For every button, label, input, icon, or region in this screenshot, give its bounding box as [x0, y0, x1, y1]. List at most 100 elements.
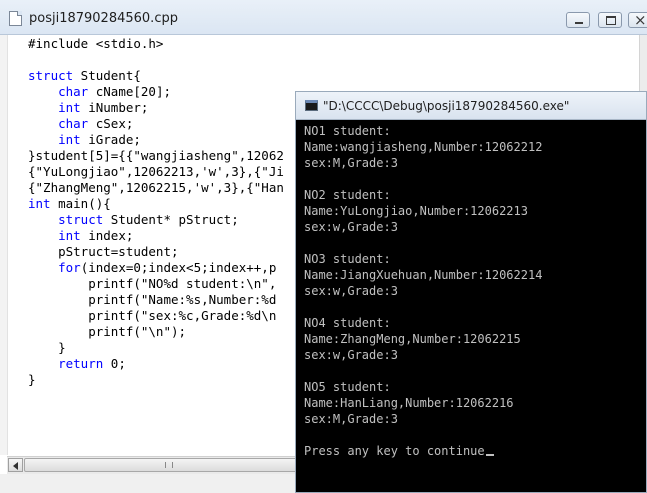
code-line: }	[28, 372, 36, 388]
close-button[interactable]	[628, 11, 647, 29]
editor-status-strip	[0, 474, 307, 493]
code-text: Student{	[73, 68, 141, 83]
code-line: int iNumber;	[28, 100, 148, 116]
code-line: char cName[20];	[28, 84, 171, 100]
console-window: "D:\CCCC\Debug\posji18790284560.exe" NO1…	[295, 91, 647, 493]
console-title: "D:\CCCC\Debug\posji18790284560.exe"	[323, 99, 570, 113]
console-line-text: Name:wangjiasheng,Number:12062212	[304, 140, 543, 154]
code-line: printf("NO%d student:\n",	[28, 276, 276, 292]
document-icon	[9, 11, 22, 26]
desktop: posji18790284560.cpp #include <stdio.h> s…	[0, 0, 647, 493]
console-line: Name:wangjiasheng,Number:12062212	[304, 139, 542, 155]
code-text: printf("sex:%c,Grade:%d\n	[28, 308, 277, 323]
console-line: sex:M,Grade:3	[304, 411, 398, 427]
code-keyword: int	[58, 100, 81, 115]
console-line: NO4 student:	[304, 315, 391, 331]
code-line: struct Student{	[28, 68, 141, 84]
code-text: iNumber;	[80, 100, 149, 115]
code-text: iGrade;	[80, 132, 141, 147]
console-line-text: sex:M,Grade:3	[304, 412, 398, 426]
code-text: }	[28, 340, 66, 355]
console-line: sex:M,Grade:3	[304, 155, 398, 171]
code-text: }student[5]={{"wangjiasheng",12062	[28, 148, 284, 163]
maximize-button[interactable]	[598, 12, 622, 28]
grip-icon	[165, 462, 173, 468]
console-line: NO3 student:	[304, 251, 391, 267]
code-text: {"ZhangMeng",12062215,'w',3},{"Han	[28, 180, 284, 195]
console-app-icon	[305, 100, 318, 111]
code-text: {"YuLongjiao",12062213,'w',3},{"Ji	[28, 164, 284, 179]
console-line-text: NO2 student:	[304, 188, 391, 202]
console-line-text: Name:YuLongjiao,Number:12062213	[304, 204, 528, 218]
code-keyword: int	[58, 228, 81, 243]
console-line: sex:w,Grade:3	[304, 219, 398, 235]
code-keyword: int	[28, 196, 51, 211]
code-keyword: return	[58, 356, 104, 371]
console-line: NO2 student:	[304, 187, 391, 203]
text-cursor-icon	[485, 454, 494, 456]
console-line: NO1 student:	[304, 123, 391, 139]
console-line-text: NO4 student:	[304, 316, 391, 330]
code-line: return 0;	[28, 356, 126, 372]
console-line: NO5 student:	[304, 379, 391, 395]
code-line: printf("Name:%s,Number:%d	[28, 292, 276, 308]
code-text: printf("NO%d student:\n",	[28, 276, 277, 291]
code-line: {"YuLongjiao",12062213,'w',3},{"Ji	[28, 164, 284, 180]
console-line: sex:w,Grade:3	[304, 283, 398, 299]
console-line-text: sex:w,Grade:3	[304, 348, 398, 362]
code-line: {"ZhangMeng",12062215,'w',3},{"Han	[28, 180, 284, 196]
console-line: Press any key to continue	[304, 443, 494, 459]
code-keyword: int	[58, 132, 81, 147]
console-line-text: sex:M,Grade:3	[304, 156, 398, 170]
minimize-button[interactable]	[566, 12, 590, 28]
editor-titlebar[interactable]: posji18790284560.cpp	[0, 0, 647, 35]
console-line-text: Name:ZhangMeng,Number:12062215	[304, 332, 521, 346]
close-icon	[629, 11, 647, 29]
code-keyword: struct	[28, 68, 74, 83]
console-output[interactable]: NO1 student: Name:wangjiasheng,Number:120…	[296, 120, 646, 492]
console-titlebar[interactable]: "D:\CCCC\Debug\posji18790284560.exe"	[296, 92, 646, 120]
code-line: printf("sex:%c,Grade:%d\n	[28, 308, 276, 324]
code-text: Student* pStruct;	[103, 212, 239, 227]
console-line: Name:ZhangMeng,Number:12062215	[304, 331, 521, 347]
console-line-text: Name:JiangXuehuan,Number:12062214	[304, 268, 543, 282]
console-line: sex:w,Grade:3	[304, 347, 398, 363]
code-text: printf("Name:%s,Number:%d	[28, 292, 277, 307]
code-text: }	[28, 372, 36, 387]
code-line: #include <stdio.h>	[28, 36, 163, 52]
console-line-text: sex:w,Grade:3	[304, 284, 398, 298]
minimize-icon	[567, 13, 589, 27]
editor-horizontal-scrollbar[interactable]	[7, 456, 307, 474]
code-text: cSex;	[88, 116, 134, 131]
code-line: }student[5]={{"wangjiasheng",12062	[28, 148, 284, 164]
console-line-text: NO3 student:	[304, 252, 391, 266]
scrollbar-thumb[interactable]	[24, 458, 306, 472]
code-text: printf("\n");	[28, 324, 187, 339]
console-line: Name:HanLiang,Number:12062216	[304, 395, 514, 411]
code-keyword: char	[58, 84, 89, 99]
code-keyword: char	[58, 116, 89, 131]
scroll-left-button[interactable]	[8, 458, 23, 472]
console-line: Name:JiangXuehuan,Number:12062214	[304, 267, 542, 283]
code-keyword: struct	[58, 212, 104, 227]
code-text: (index=0;index<5;index++,p	[80, 260, 277, 275]
editor-title: posji18790284560.cpp	[29, 11, 178, 26]
console-line-text: NO5 student:	[304, 380, 391, 394]
code-line: }	[28, 340, 66, 356]
code-line: int index;	[28, 228, 133, 244]
code-line: for(index=0;index<5;index++,p	[28, 260, 276, 276]
code-line: printf("\n");	[28, 324, 186, 340]
console-line-text: NO1 student:	[304, 124, 391, 138]
code-keyword: for	[58, 260, 81, 275]
code-line: char cSex;	[28, 116, 133, 132]
code-editor[interactable]: #include <stdio.h> struct Student{ char c…	[13, 35, 313, 455]
code-line: int main(){	[28, 196, 111, 212]
code-text: index;	[80, 228, 134, 243]
console-line-text: Name:HanLiang,Number:12062216	[304, 396, 514, 410]
